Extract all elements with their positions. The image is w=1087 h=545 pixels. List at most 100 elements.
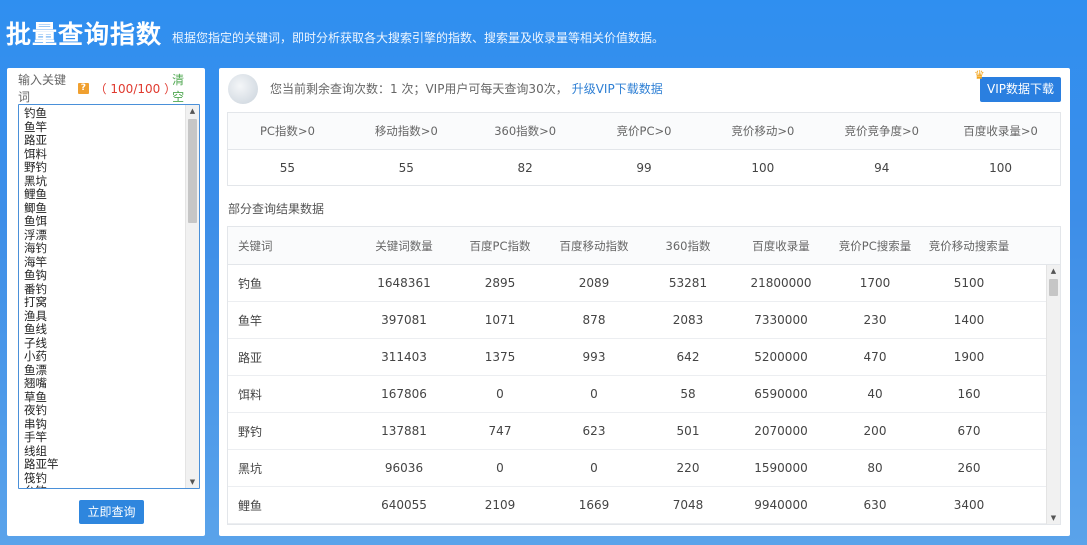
keyword-line: 饵料 [24,146,47,161]
table-cell: 1700 [859,276,891,290]
scroll-up-icon[interactable]: ▲ [186,105,199,117]
table-cell: 397081 [381,313,427,327]
table-cell: 137881 [381,424,427,438]
table-cell: 96036 [384,461,424,475]
keyword-cell: 鲤鱼 [238,498,263,513]
keyword-line: 草鱼 [24,389,47,404]
keyword-cell: 饵料 [238,387,263,402]
table-cell: 7048 [672,498,704,512]
summary-header-cell: 360指数>0 [494,124,557,138]
column-header: 百度收录量 [752,238,810,253]
table-cell: 6590000 [754,387,808,401]
keyword-line: 筏钓 [24,470,47,485]
results-table: 关键词 关键词数量 百度PC指数 百度移动指数 360指数 百度收录量 竞价PC搜索量 竞价移… [227,226,1061,525]
table-cell: 747 [488,424,512,438]
table-row[interactable]: 路亚 311403 1375 993 642 5200000 470 1900 [228,339,1046,376]
keyword-line: 打窝 [24,295,47,309]
table-cell: 230 [863,313,887,327]
table-cell: 2089 [578,276,610,290]
keyword-cell: 鱼竿 [238,313,263,328]
keyword-line: 小药 [24,349,47,363]
upgrade-vip-link[interactable]: 升级VIP下载数据 [572,82,663,96]
table-cell: 220 [676,461,700,475]
table-cell: 5200000 [754,350,808,364]
help-icon[interactable]: ? [78,82,89,94]
summary-header-cell: 百度收录量>0 [963,124,1038,138]
scroll-up-icon[interactable]: ▲ [1047,265,1060,277]
keyword-cell: 钓鱼 [238,276,263,291]
table-cell: 7330000 [754,313,808,327]
table-cell: 260 [957,461,981,475]
table-cell: 1071 [484,313,516,327]
keyword-cell: 黑坑 [238,461,263,476]
summary-value-cell: 55 [279,161,296,175]
table-cell: 53281 [668,276,708,290]
summary-header-cell: 移动指数>0 [374,124,438,138]
query-button[interactable]: 立即查询 [79,500,144,524]
vip-download-button[interactable]: VIP数据下载 [980,77,1061,102]
table-row[interactable]: 黑坑 96036 0 0 220 1590000 80 260 [228,450,1046,487]
keyword-line: 鱼钩 [24,268,47,282]
keyword-line: 线组 [24,443,47,458]
scrollbar-thumb[interactable] [188,119,197,223]
column-header: 百度PC指数 [469,238,531,253]
column-header: 关键词 [238,238,273,253]
summary-header-row: PC指数>0 移动指数>0 360指数>0 竞价PC>0 竞价移动>0 竞价竞争度>0 百度… [228,113,1060,150]
keyword-cell: 野钓 [238,424,263,439]
table-cell: 1900 [953,350,985,364]
scroll-down-icon[interactable]: ▼ [1047,512,1060,524]
table-cell: 0 [496,461,504,475]
table-cell: 3400 [953,498,985,512]
summary-value-cell: 100 [751,161,775,175]
table-cell: 1590000 [754,461,808,475]
keyword-list[interactable]: 钓鱼 鱼竿 路亚 饵料 野钓 黑坑 鲤鱼 鲫鱼 鱼饵 浮漂 海钓 海竿 鱼钩 番钓 打窝 渔具 鱼线 子线 小药 鱼漂… [19,105,185,488]
table-cell: 1669 [578,498,610,512]
table-row[interactable]: 钓鱼 1648361 2895 2089 53281 21800000 1700 5100 [228,265,1046,302]
table-cell: 2109 [484,498,516,512]
keyword-line: 鱼漂 [24,362,47,377]
table-cell: 0 [590,387,598,401]
table-cell: 993 [582,350,606,364]
keyword-line: 野钓 [24,160,47,174]
table-row[interactable]: 鱼竿 397081 1071 878 2083 7330000 230 1400 [228,302,1046,339]
keyword-line: 渔具 [24,308,47,323]
table-row[interactable]: 鲤鱼 640055 2109 1669 7048 9940000 630 3400 [228,487,1046,524]
summary-values-row: 55 55 82 99 100 94 100 [228,150,1060,186]
table-cell: 21800000 [750,276,812,290]
summary-header-cell: 竞价移动>0 [731,124,795,138]
summary-table: PC指数>0 移动指数>0 360指数>0 竞价PC>0 竞价移动>0 竞价竞争度>0 百度… [227,112,1061,186]
keyword-textarea[interactable]: 钓鱼 鱼竿 路亚 饵料 野钓 黑坑 鲤鱼 鲫鱼 鱼饵 浮漂 海钓 海竿 鱼钩 番钓 打窝 渔具 鱼线 子线 小药 鱼漂… [18,104,200,489]
keyword-line: 鲫鱼 [24,200,47,215]
results-panel: 您当前剩余查询次数：1 次；VIP用户可每天查询30次， 升级VIP下载数据 VI… [219,68,1070,536]
column-header: 关键词数量 [375,238,433,253]
table-cell: 0 [590,461,598,475]
keyword-line: 夜钓 [24,403,47,417]
keyword-line: 台钓 [24,484,185,488]
summary-value-cell: 94 [874,161,890,175]
table-cell: 1400 [953,313,985,327]
clear-button[interactable]: 清空 [172,71,195,105]
table-cell: 5100 [953,276,985,290]
keyword-line: 鱼线 [24,322,47,336]
table-row[interactable]: 饵料 167806 0 0 58 6590000 40 160 [228,376,1046,413]
keyword-input-panel: 输入关键词 ? （ 100/100 ） 清空 钓鱼 鱼竿 路亚 饵料 野钓 黑坑 鲤鱼 鲫鱼鱼… [7,68,205,536]
table-cell: 40 [867,387,883,401]
results-scrollbar[interactable]: ▲ ▼ [1046,265,1060,524]
keyword-line: 鲤鱼 [24,187,47,201]
scroll-down-icon[interactable]: ▼ [186,476,199,488]
keyword-scrollbar[interactable]: ▲ ▼ [185,105,199,488]
table-cell: 501 [676,424,700,438]
results-body: 钓鱼 1648361 2895 2089 53281 21800000 1700 5100 鱼竿… [228,265,1046,524]
table-cell: 642 [676,350,700,364]
page-title: 批量查询指数 [6,20,163,49]
keyword-line: 串钩 [24,416,47,431]
summary-value-cell: 55 [398,161,414,175]
column-header: 竞价移动搜索量 [928,238,1010,253]
keyword-line: 翘嘴 [24,376,47,390]
keyword-line: 手竿 [24,430,47,444]
keyword-count: （ 100/100 ） [94,81,177,96]
table-row[interactable]: 野钓 137881 747 623 501 2070000 200 670 [228,413,1046,450]
section-title: 部分查询结果数据 [228,202,325,216]
scrollbar-thumb[interactable] [1049,279,1058,296]
column-header: 竞价PC搜索量 [838,238,912,253]
